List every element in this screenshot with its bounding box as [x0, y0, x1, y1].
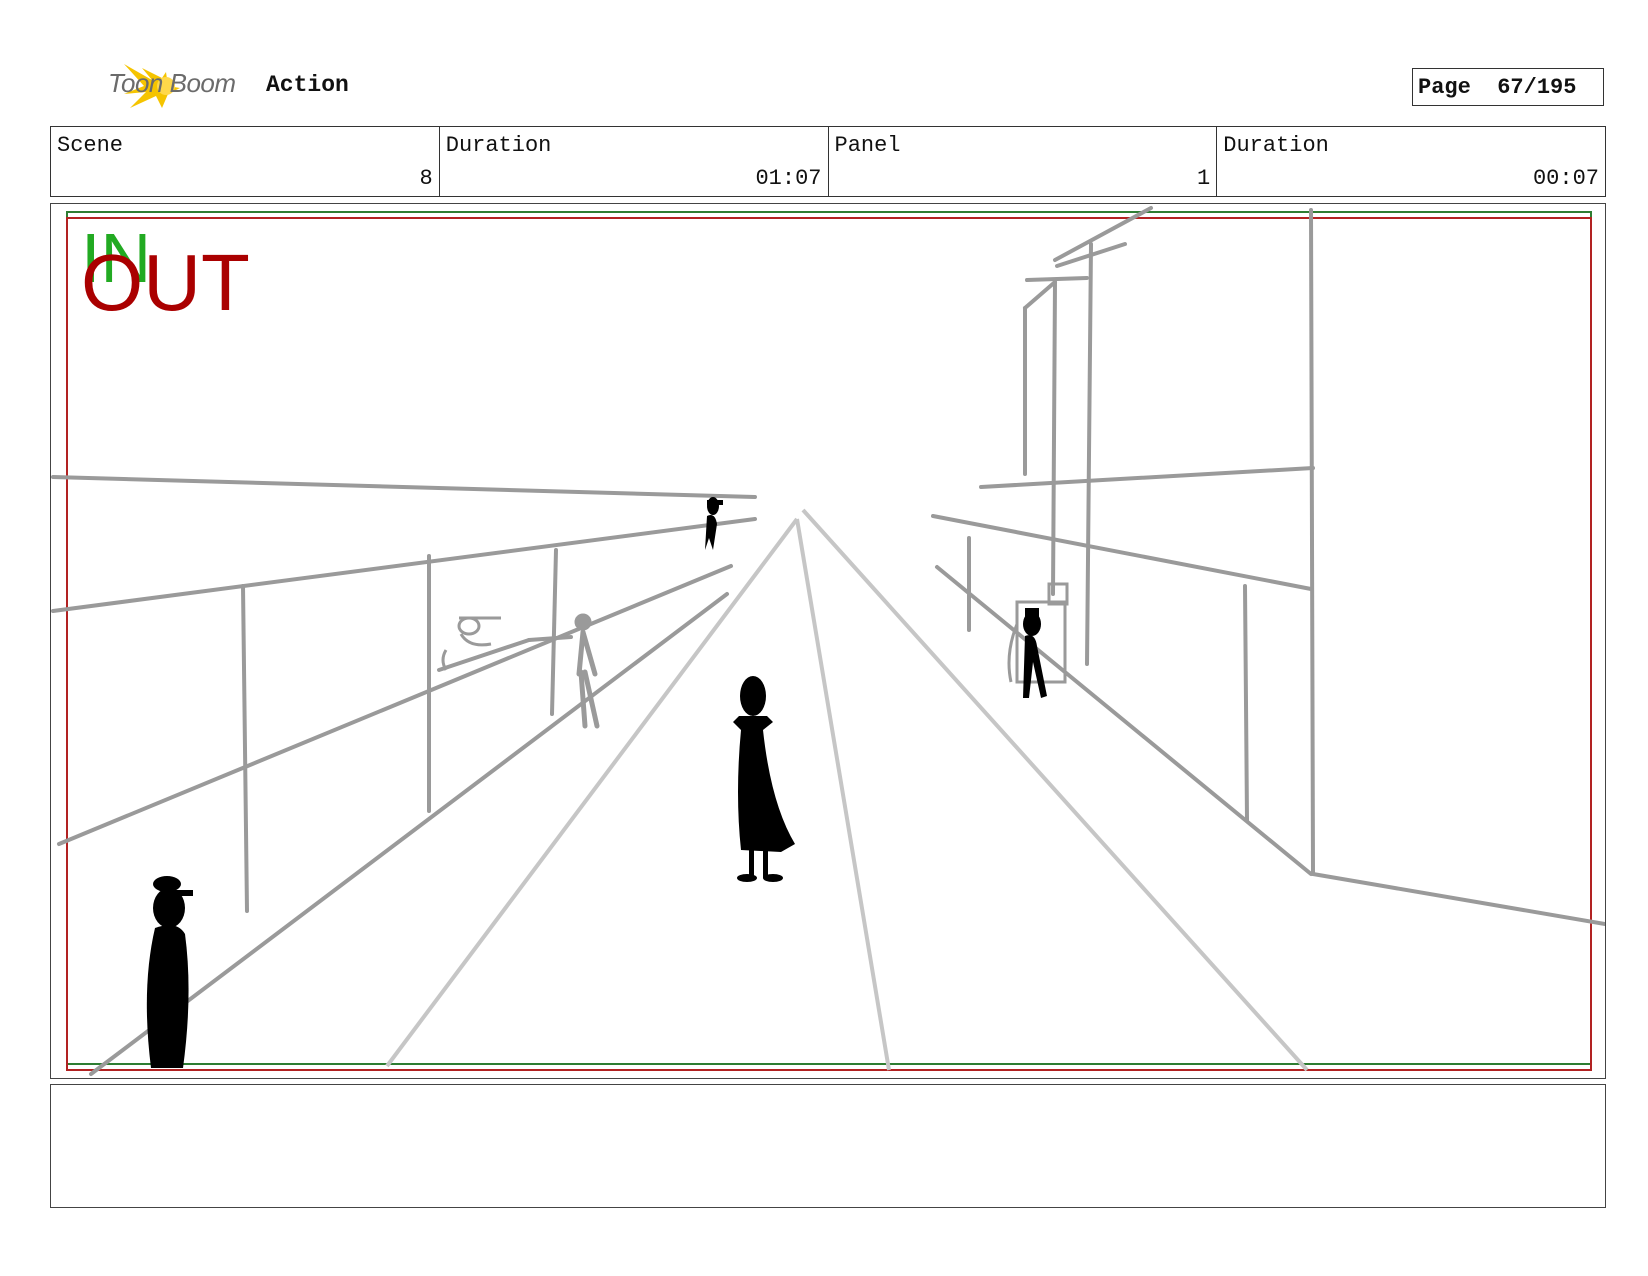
- panel-label: Panel: [834, 133, 901, 158]
- road-perspective-lines: [385, 508, 1309, 1072]
- action-safe-frame: [66, 217, 1592, 1071]
- figure-near-left-black: [146, 876, 193, 1068]
- window-person-sketch: [441, 616, 501, 671]
- document-title: Action: [266, 72, 349, 98]
- grey-person-sketch: [574, 613, 600, 729]
- out-label: OUT: [81, 238, 250, 327]
- panel-duration-label: Duration: [1223, 133, 1329, 158]
- figure-center-black: [733, 676, 795, 882]
- panel-duration-value: 00:07: [1532, 166, 1599, 191]
- page-number: 67/195: [1497, 74, 1577, 100]
- storyboard-panel: IN OUT: [50, 203, 1606, 1079]
- panel-value: 1: [1197, 166, 1211, 191]
- scene-duration-value: 01:07: [755, 166, 822, 191]
- panel-duration-cell: Duration 00:07: [1217, 127, 1605, 196]
- scene-cell: Scene 8: [51, 127, 440, 196]
- page-label: Page: [1418, 74, 1471, 100]
- panel-drawing: IN OUT: [51, 206, 1605, 1076]
- scene-duration-label: Duration: [445, 133, 552, 158]
- right-building-sketch: [931, 206, 1605, 926]
- page-indicator: Page 67/195: [1412, 68, 1604, 106]
- brand-name: Toon Boom: [108, 68, 236, 98]
- scene-value: 8: [419, 166, 433, 191]
- scene-info-table: Scene 8 Duration 01:07 Panel 1 Duration …: [50, 126, 1606, 197]
- panel-cell: Panel 1: [829, 127, 1218, 196]
- scene-duration-cell: Duration 01:07: [440, 127, 829, 196]
- scene-label: Scene: [57, 133, 124, 158]
- panel-notes-area[interactable]: [50, 1084, 1606, 1208]
- title-safe-frame: [66, 211, 1592, 1065]
